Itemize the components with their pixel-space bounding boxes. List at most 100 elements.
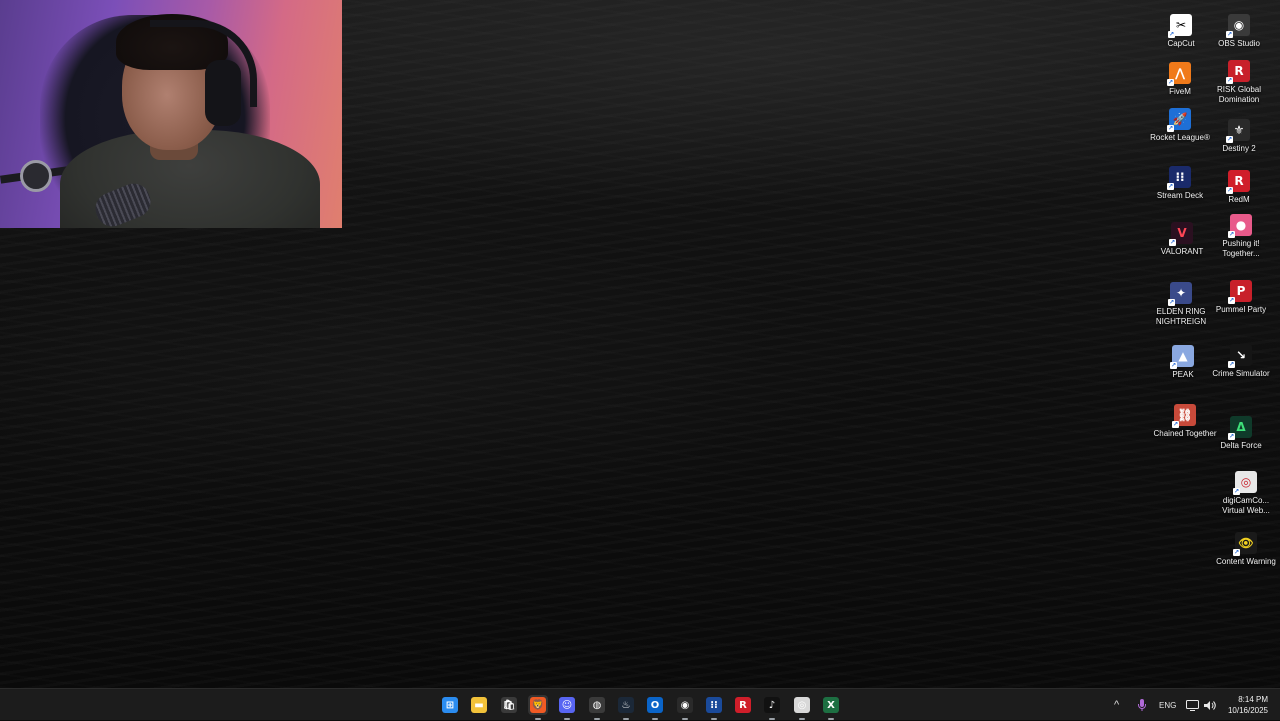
clock-time: 8:14 PM [1238, 695, 1268, 704]
crime-simulator-icon[interactable]: ↘ ↗ [1228, 344, 1252, 368]
microphone-icon[interactable] [1137, 689, 1147, 721]
desktop-icon-fivem[interactable]: ⋀ ↗ FiveM [1148, 62, 1212, 97]
desktop-icon-label: FiveM [1169, 87, 1191, 96]
taskbar-brave-browser[interactable]: 🦁 [528, 695, 548, 720]
redm-icon[interactable]: R ↗ [1226, 170, 1250, 194]
desktop-icon-pushing-it[interactable]: ● ↗ Pushing it! Together... [1209, 214, 1273, 259]
stream-deck-icon[interactable]: ⁝⁝ ↗ [1167, 166, 1191, 190]
speaker-icon[interactable] [1203, 689, 1216, 721]
shortcut-arrow-icon: ↗ [1228, 361, 1235, 368]
desktop-icon-label: Delta Force [1220, 441, 1262, 450]
desktop-icon-obs[interactable]: ◉ ↗ OBS Studio [1207, 14, 1271, 49]
icon-glyph: ⛓ [1177, 408, 1193, 422]
taskbar-start-button[interactable]: ⊞ [440, 695, 460, 715]
shortcut-arrow-icon: ↗ [1168, 299, 1175, 306]
capcut-icon[interactable]: ✂ ↗ [1168, 14, 1192, 38]
language-indicator[interactable]: ENG [1159, 689, 1176, 721]
taskbar-file-explorer[interactable]: ▬ [469, 695, 489, 715]
taskbar-chrome-like-app[interactable]: ◍ [587, 695, 607, 720]
desktop-icon-digicam[interactable]: ◎ ↗ digiCamCo... Virtual Web... [1214, 471, 1278, 516]
desktop-icon-elden-ring[interactable]: ✦ ↗ ELDEN RING NIGHTREIGN [1149, 282, 1213, 327]
shortcut-arrow-icon: ↗ [1233, 549, 1240, 556]
taskbar-stream-deck-taskbar[interactable]: ⁝⁝ [704, 695, 724, 720]
shortcut-arrow-icon: ↗ [1226, 187, 1233, 194]
desktop-icon-rocket-league[interactable]: 🚀 ↗ Rocket League® [1148, 108, 1212, 143]
rocket-league-icon[interactable]: 🚀 ↗ [1167, 108, 1191, 132]
peak-icon[interactable]: ▲ ↗ [1170, 345, 1194, 369]
desktop-icon-valorant[interactable]: V ↗ VALORANT [1150, 222, 1214, 257]
icon-glyph: ⋀ [1174, 66, 1186, 80]
shortcut-arrow-icon: ↗ [1169, 239, 1176, 246]
digicam-icon[interactable]: ◎ ↗ [1233, 471, 1257, 495]
content-warning-icon[interactable]: 👁 ↗ [1233, 532, 1257, 556]
icon-glyph: R [1234, 174, 1244, 188]
taskbar-digicam-taskbar[interactable]: ◎ [792, 695, 812, 720]
risk-icon[interactable]: R ↗ [1226, 60, 1250, 84]
digicam-icon: ◎ [794, 697, 810, 713]
delta-force-icon[interactable]: Δ ↗ [1228, 416, 1252, 440]
shortcut-arrow-icon: ↗ [1167, 183, 1174, 190]
desktop-icon-label: digiCamCo... Virtual Web... [1222, 496, 1270, 515]
desktop-icon-label: RedM [1228, 195, 1250, 204]
pummel-party-icon[interactable]: P ↗ [1228, 280, 1252, 304]
destiny-icon[interactable]: ⚜ ↗ [1226, 119, 1250, 143]
shortcut-arrow-icon: ↗ [1168, 31, 1175, 38]
shortcut-arrow-icon: ↗ [1172, 421, 1179, 428]
desktop-icon-capcut[interactable]: ✂ ↗ CapCut [1149, 14, 1213, 49]
fivem-icon[interactable]: ⋀ ↗ [1167, 62, 1191, 86]
brave-icon: 🦁 [530, 697, 546, 713]
icon-glyph: ● [1235, 218, 1247, 232]
taskbar-microsoft-store[interactable]: 🛍 [499, 695, 519, 715]
icon-glyph: 🚀 [1172, 112, 1188, 126]
system-clock[interactable]: 8:14 PM 10/16/2025 [1228, 694, 1268, 716]
desktop-icon-label: PEAK [1172, 370, 1194, 379]
elden-ring-icon[interactable]: ✦ ↗ [1168, 282, 1192, 306]
discord-icon: ☺ [559, 697, 575, 713]
pushing-it-icon[interactable]: ● ↗ [1228, 214, 1252, 238]
valorant-icon[interactable]: V ↗ [1169, 222, 1193, 246]
icon-glyph: ▲ [1178, 349, 1188, 363]
desktop-icon-chained-together[interactable]: ⛓ ↗ Chained Together [1153, 404, 1217, 439]
shortcut-arrow-icon: ↗ [1226, 77, 1233, 84]
desktop-icon-label: Pushing it! Together... [1222, 239, 1260, 258]
icon-glyph: P [1236, 284, 1246, 298]
obs-icon[interactable]: ◉ ↗ [1226, 14, 1250, 38]
desktop-icon-pummel-party[interactable]: P ↗ Pummel Party [1209, 280, 1273, 315]
desktop-icon-label: VALORANT [1160, 247, 1204, 256]
chained-together-icon[interactable]: ⛓ ↗ [1172, 404, 1196, 428]
windows-icon: ⊞ [442, 697, 458, 713]
desktop-icon-content-warning[interactable]: 👁 ↗ Content Warning [1214, 532, 1278, 567]
desktop-icon-redm[interactable]: R ↗ RedM [1207, 170, 1271, 205]
taskbar-outlook[interactable]: O [645, 695, 665, 720]
desktop-icon-delta-force[interactable]: Δ ↗ Delta Force [1209, 416, 1273, 451]
desktop-icon-label: OBS Studio [1218, 39, 1260, 48]
taskbar-obs-taskbar[interactable]: ◉ [675, 695, 695, 720]
taskbar-excel-app[interactable]: X [821, 695, 841, 720]
desktop-icon-crime-simulator[interactable]: ↘ ↗ Crime Simulator [1209, 344, 1273, 379]
desktop-icon-label: ELDEN RING NIGHTREIGN [1155, 307, 1207, 326]
taskbar-steam[interactable]: ♨ [616, 695, 636, 720]
icon-glyph: ✦ [1175, 286, 1187, 300]
shortcut-arrow-icon: ↗ [1228, 231, 1235, 238]
clock-date: 10/16/2025 [1227, 706, 1268, 715]
folder-icon: ▬ [471, 697, 487, 713]
network-icon[interactable] [1186, 689, 1199, 721]
taskbar-discord[interactable]: ☺ [557, 695, 577, 720]
desktop-icon-risk[interactable]: R ↗ RISK Global Domination [1207, 60, 1271, 105]
stream-deck-icon: ⁝⁝ [706, 697, 722, 713]
tray-overflow-button[interactable]: ^ [1114, 689, 1119, 721]
obs-icon: ◉ [677, 697, 693, 713]
outlook-icon: O [647, 697, 663, 713]
shortcut-arrow-icon: ↗ [1226, 136, 1233, 143]
desktop-icon-destiny[interactable]: ⚜ ↗ Destiny 2 [1207, 119, 1271, 154]
desktop-icon-peak[interactable]: ▲ ↗ PEAK [1151, 345, 1215, 380]
shortcut-arrow-icon: ↗ [1167, 125, 1174, 132]
chevron-up-icon[interactable]: ^ [1114, 699, 1119, 711]
icon-glyph: 👁 [1238, 536, 1254, 550]
desktop-icon-label: Destiny 2 [1222, 144, 1256, 153]
desktop-icon-label: Chained Together [1153, 429, 1217, 438]
taskbar-riot-app[interactable]: R [733, 695, 753, 715]
taskbar: ⊞ ▬ 🛍 🦁 ☺ ◍ ♨ O ◉ ⁝⁝ R ♪ ◎ X ^ ENG 8:14 PM 10/16/2025 [0, 688, 1280, 720]
desktop-icon-stream-deck[interactable]: ⁝⁝ ↗ Stream Deck [1148, 166, 1212, 201]
taskbar-tiktok[interactable]: ♪ [762, 695, 782, 720]
